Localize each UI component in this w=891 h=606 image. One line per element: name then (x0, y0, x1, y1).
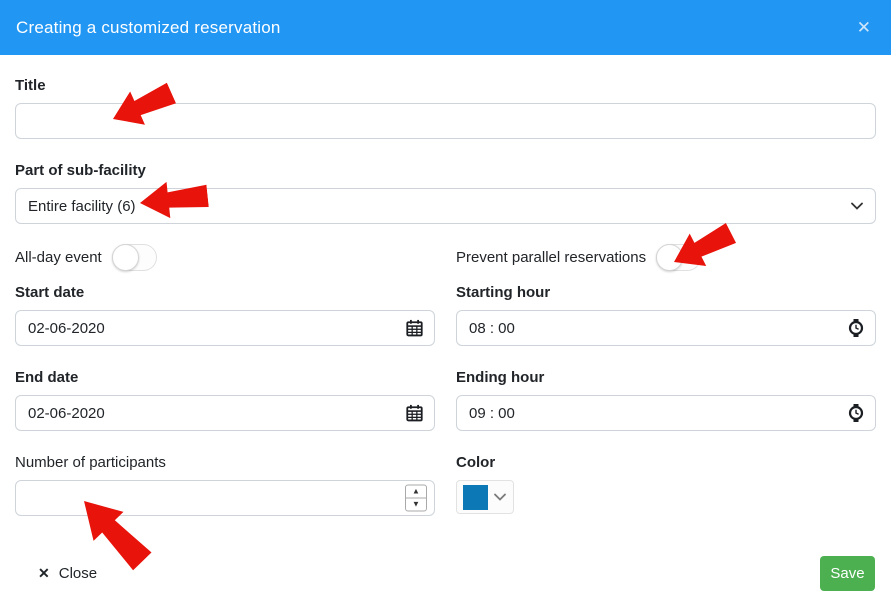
close-icon[interactable]: ✕ (853, 15, 875, 40)
color-label: Color (456, 454, 876, 471)
ending-hour-input[interactable] (456, 395, 876, 431)
all-day-toggle[interactable] (112, 244, 157, 271)
ending-hour-wrap (456, 395, 876, 431)
modal-body: Title Part of sub-facility Entire facili… (0, 55, 891, 516)
color-swatch (463, 485, 488, 510)
clock-icon[interactable] (848, 319, 864, 337)
clock-icon[interactable] (848, 404, 864, 422)
color-field-group: Color (456, 454, 876, 516)
title-field-group: Title (15, 77, 876, 139)
participants-input[interactable] (15, 480, 435, 516)
chevron-down-icon (494, 493, 506, 501)
sub-facility-field-group: Part of sub-facility Entire facility (6) (15, 162, 876, 224)
starting-hour-field-group: Starting hour (456, 284, 876, 346)
starting-hour-wrap (456, 310, 876, 346)
participants-label: Number of participants (15, 454, 435, 471)
starting-hour-label: Starting hour (456, 284, 876, 301)
close-button-label: Close (59, 565, 97, 582)
modal-title: Creating a customized reservation (16, 18, 281, 38)
modal-footer: ✕ Close Save (0, 540, 891, 606)
save-button[interactable]: Save (820, 556, 875, 591)
start-date-field-group: Start date (15, 284, 435, 346)
sub-facility-select[interactable]: Entire facility (6) (15, 188, 876, 224)
start-date-input[interactable] (15, 310, 435, 346)
participants-wrap: ▲ ▼ (15, 480, 435, 516)
close-button[interactable]: ✕ Close (16, 565, 97, 582)
stepper-up-icon[interactable]: ▲ (406, 486, 426, 499)
close-x-icon: ✕ (38, 565, 50, 582)
stepper-down-icon[interactable]: ▼ (406, 499, 426, 511)
toggle-knob (112, 244, 139, 271)
all-day-label: All-day event (15, 249, 102, 266)
start-date-wrap (15, 310, 435, 346)
end-row: End date Ending h (15, 369, 876, 431)
title-input[interactable] (15, 103, 876, 139)
ending-hour-label: Ending hour (456, 369, 876, 386)
participants-color-row: Number of participants ▲ ▼ Color (15, 454, 876, 516)
starting-hour-input[interactable] (456, 310, 876, 346)
end-date-wrap (15, 395, 435, 431)
prevent-parallel-cell: Prevent parallel reservations (456, 244, 876, 271)
start-row: Start date Starti (15, 284, 876, 346)
title-label: Title (15, 77, 876, 94)
sub-facility-selected-value: Entire facility (6) (28, 198, 136, 215)
calendar-icon[interactable] (406, 320, 423, 337)
chevron-down-icon (851, 202, 863, 210)
quantity-stepper: ▲ ▼ (405, 485, 427, 512)
prevent-parallel-label: Prevent parallel reservations (456, 249, 646, 266)
participants-field-group: Number of participants ▲ ▼ (15, 454, 435, 516)
calendar-icon[interactable] (406, 405, 423, 422)
toggles-row: All-day event Prevent parallel reservati… (15, 244, 876, 271)
end-date-input[interactable] (15, 395, 435, 431)
ending-hour-field-group: Ending hour (456, 369, 876, 431)
sub-facility-label: Part of sub-facility (15, 162, 876, 179)
color-picker-button[interactable] (456, 480, 514, 514)
end-date-label: End date (15, 369, 435, 386)
all-day-cell: All-day event (15, 244, 435, 271)
modal-header: Creating a customized reservation ✕ (0, 0, 891, 55)
prevent-parallel-toggle[interactable] (656, 244, 701, 271)
toggle-knob (656, 244, 683, 271)
start-date-label: Start date (15, 284, 435, 301)
end-date-field-group: End date (15, 369, 435, 431)
